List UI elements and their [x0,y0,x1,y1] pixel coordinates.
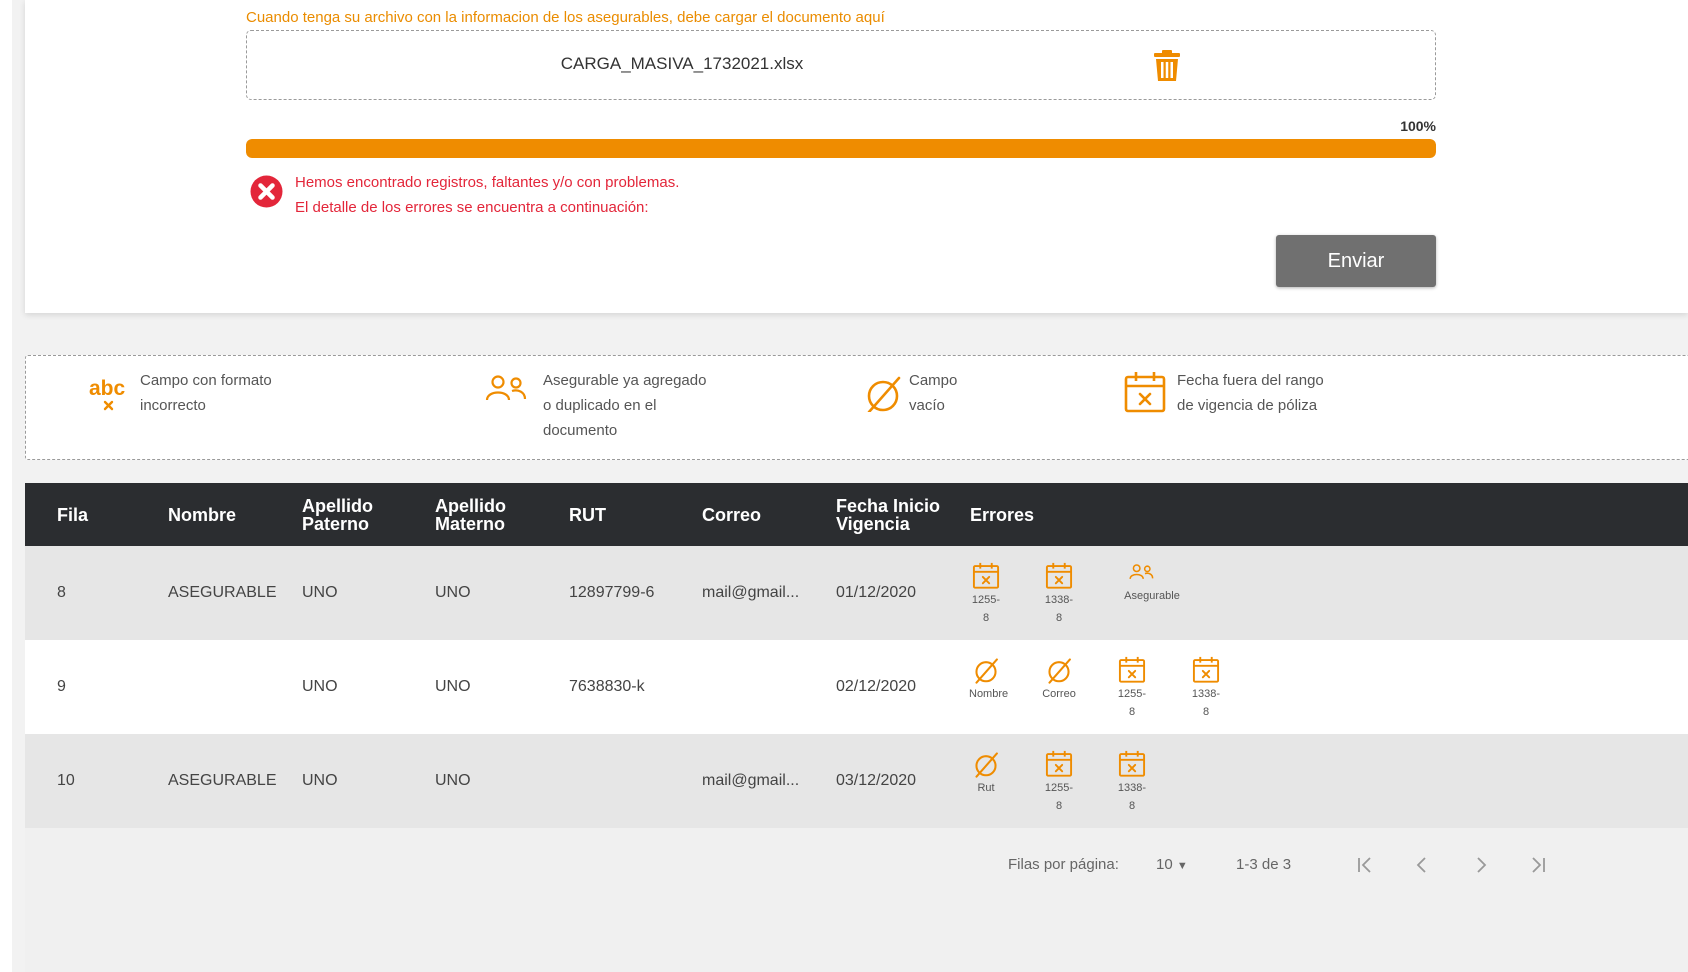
error-badge-label: Rut [977,782,995,794]
send-button[interactable]: Enviar [1276,235,1436,287]
cell-fecha: 01/12/2020 [836,584,917,601]
error-badge: 1338-8 [1176,654,1236,721]
header-fecha-inicio: Fecha Inicio Vigencia [836,495,941,534]
table-row: 8 ASEGURABLE UNO UNO 12897799-6 mail@gmail...… [25,546,1688,640]
caret-down-icon: ▼ [1176,860,1188,872]
legend-text-date: Fecha fuera del rango de vigencia de pól… [1177,372,1324,414]
cell-materno: UNO [435,678,471,695]
error-badge: 1255-8 [1102,654,1162,721]
error-badge: 1338-8 [1102,748,1162,815]
error-badge-label: 1255-8 [971,594,1001,624]
progress-fill [246,139,1436,158]
cell-rut: 7638830-k [569,678,645,695]
error-badge-label: Asegurable [1124,590,1180,602]
error-badge-label: 1255-8 [1044,782,1074,812]
error-badge-label: 1338-8 [1117,782,1147,812]
legend-item-duplicate: Asegurable ya agregado o duplicado en el… [484,368,706,443]
error-circle-icon [250,175,283,208]
cell-materno: UNO [435,584,471,601]
error-badge-label: 1338-8 [1191,688,1221,718]
table-header: Fila Nombre Apellido Paterno Apellido Ma… [25,483,1688,546]
legend-item-format: abc Campo con formato incorrecto [88,368,272,418]
header-apellido-materno: Apellido Materno [435,495,506,534]
svg-text:abc: abc [89,377,126,400]
duplicate-users-icon [1112,560,1172,586]
error-message: Hemos encontrado registros, faltantes y/… [295,170,679,220]
table-row: 10 ASEGURABLE UNO UNO mail@gmail... 03/12/202… [25,734,1688,828]
uploaded-filename: CARGA_MASIVA_1732021.xlsx [560,54,804,73]
legend-text-empty: Campo vacío [909,372,958,414]
error-badge: Asegurable [1112,560,1180,605]
header-correo: Correo [702,504,762,525]
cell-nombre: ASEGURABLE [168,772,277,789]
header-errores: Errores [970,504,1035,525]
error-badge-label: 1255-8 [1117,688,1147,718]
cell-paterno: UNO [302,678,338,695]
left-margin [0,0,12,972]
file-dropzone[interactable]: CARGA_MASIVA_1732021.xlsx [246,30,1436,100]
cell-rut: 12897799-6 [569,584,655,601]
rows-per-page-label: Filas por página: [1008,856,1119,873]
empty-field-icon [956,654,1016,684]
calendar-x-icon [1029,560,1089,590]
cell-paterno: UNO [302,584,338,601]
cell-nombre: ASEGURABLE [168,584,277,601]
next-page-icon[interactable] [1468,852,1494,878]
error-badge: Correo [1029,654,1089,703]
legend-item-empty: Campo vacío [863,368,957,418]
error-message-line1: Hemos encontrado registros, faltantes y/… [295,174,680,191]
table-row: 9 UNO UNO 7638830-k 02/12/2020 Nombre Correo 12… [25,640,1688,734]
progress-bar [246,139,1436,158]
calendar-x-icon [1176,654,1236,684]
page-range: 1-3 de 3 [1236,856,1292,873]
error-badge: Rut [956,748,1016,797]
error-badge-label: 1338-8 [1044,594,1074,624]
cell-fila: 10 [57,772,75,789]
progress-percent: 100% [1400,118,1436,134]
cell-fila: 9 [57,678,66,695]
upload-instruction: Cuando tenga su archivo con la informaci… [246,9,885,26]
first-page-icon[interactable] [1352,852,1378,878]
cell-paterno: UNO [302,772,338,789]
previous-page-icon[interactable] [1409,852,1435,878]
error-badge: Nombre [956,654,1016,703]
error-legend: abc Campo con formato incorrecto Asegura… [25,355,1688,460]
legend-text-format: Campo con formato incorrecto [140,372,272,414]
legend-text-duplicate: Asegurable ya agregado o duplicado en el… [543,372,707,439]
calendar-x-icon [956,560,1016,590]
empty-field-icon [956,748,1016,778]
calendar-x-icon [1029,748,1089,778]
error-message-line2: El detalle de los errores se encuentra a… [295,199,649,216]
rows-per-page-select[interactable]: 10 ▼ [1156,856,1188,873]
cell-fecha: 02/12/2020 [836,678,917,695]
legend-item-date: Fecha fuera del rango de vigencia de pól… [1123,368,1324,419]
error-badge-label: Correo [1042,688,1076,700]
cell-correo: mail@gmail... [702,772,800,789]
error-badge: 1255-8 [1029,748,1089,815]
cell-correo: mail@gmail... [702,584,800,601]
header-rut: RUT [569,504,606,525]
cell-materno: UNO [435,772,471,789]
header-fila: Fila [57,504,89,525]
cell-fila: 8 [57,584,66,601]
calendar-x-icon [1102,748,1162,778]
abc-format-icon: abc [88,368,132,418]
cell-fecha: 03/12/2020 [836,772,917,789]
header-apellido-paterno: Apellido Paterno [302,495,373,534]
trash-icon[interactable] [1152,50,1182,82]
rows-per-page-value: 10 [1156,856,1173,873]
duplicate-users-icon [484,368,530,443]
errors-table: Fila Nombre Apellido Paterno Apellido Ma… [25,483,1688,972]
calendar-x-icon [1123,368,1167,419]
header-nombre: Nombre [168,504,237,525]
pagination: Filas por página: 10 ▼ 1-3 de 3 [25,828,1688,898]
empty-field-icon [1029,654,1089,684]
empty-field-icon [863,368,903,418]
calendar-x-icon [1102,654,1162,684]
error-badge: 1255-8 [956,560,1016,627]
error-badge: 1338-8 [1029,560,1089,627]
last-page-icon[interactable] [1525,852,1551,878]
error-badge-label: Nombre [969,688,1009,700]
